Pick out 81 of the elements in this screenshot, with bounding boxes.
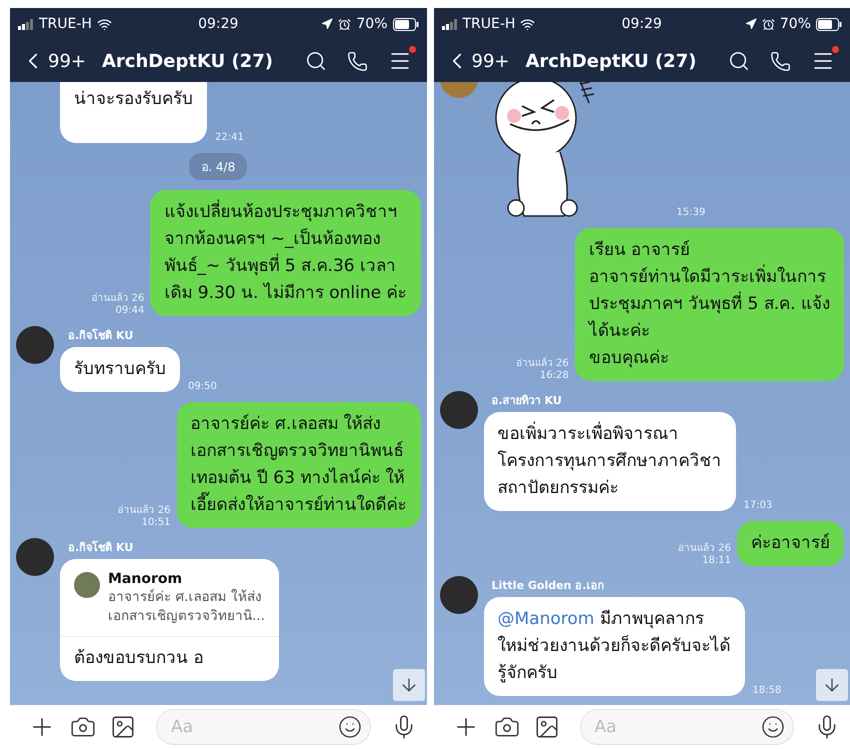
image-icon[interactable] [534, 714, 560, 740]
read-receipt: อ่านแล้ว 26 [91, 292, 144, 305]
wifi-icon [96, 16, 112, 32]
carrier-name: TRUE-H [462, 16, 516, 32]
message-time: 18:58 [752, 685, 782, 696]
message-text: เอกสารเชิญตรวจวิทยานิพนธ์ [190, 440, 404, 463]
message-text: ขอบคุณค่ะ [588, 347, 670, 370]
message-time: 15:39 [676, 207, 706, 218]
message-text: รับทราบครับ [74, 358, 166, 381]
message-time: 09:44 [116, 305, 144, 316]
battery-icon [816, 18, 842, 30]
avatar [74, 572, 100, 598]
alarm-icon [762, 18, 775, 30]
message-text: โครงการทุนการศึกษาภาควิชา [498, 450, 722, 473]
message-text: ได้นะค่ะ [588, 320, 651, 343]
quoted-message[interactable]: Manorom อาจารย์ค่ะ ศ.เลอสม ให้ส่ง เอกสารเชิญตรวจวิทยานิ... [60, 568, 279, 637]
sender-name: อ.สายทิวา KU [492, 393, 563, 409]
message-text: ค่ะอาจารย์ [751, 532, 830, 555]
signal-icon [442, 18, 458, 30]
back-button[interactable]: 99+ [444, 48, 510, 74]
message-input-field[interactable]: Aa [592, 716, 761, 738]
message-input-box[interactable]: Aa [156, 709, 370, 745]
battery-icon [392, 18, 418, 30]
message-time: 10:51 [142, 517, 170, 528]
chat-title: ArchDeptKU (27) [102, 50, 274, 72]
message-text: ประชุมภาคฯ วันพุธที่ 5 ส.ค. แจ้ง [588, 291, 830, 318]
battery-percent: 70% [356, 16, 388, 32]
message-text: เรียน อาจารย์ [588, 239, 692, 262]
message-time: 17:03 [744, 500, 772, 511]
emoji-icon[interactable] [338, 715, 362, 739]
scroll-down-button[interactable] [816, 669, 848, 701]
message-text: อาจารย์ค่ะ ศ.เลอสม ให้ส่ง [190, 412, 382, 436]
status-time: 09:29 [622, 16, 662, 32]
phone-icon [346, 50, 368, 72]
message-text: จากห้องนครฯ ~_เป็นห้องทอง [164, 227, 382, 251]
message-text: อาจารย์ท่านใดมีวาระเพิ่มในการ [588, 264, 830, 291]
phone-icon [770, 50, 791, 72]
status-time: 09:29 [198, 16, 238, 32]
battery-percent: 70% [780, 16, 811, 32]
sender-name: อ.กิจโชติ KU [68, 540, 134, 556]
message-text: รู้จักครับ [498, 662, 558, 685]
message-text: สถาปัตยกรรมค่ะ [498, 477, 620, 500]
message-text: @Manorom มีภาพบุคลากร [498, 608, 705, 631]
message-text: ขอเพิ่มวาระเพื่อพิจารณา [498, 421, 722, 448]
message-input-box[interactable]: Aa [580, 709, 794, 745]
message-text: พันธ์_~ วันพุธที่ 5 ส.ค.36 เวลา [164, 253, 406, 280]
quoted-sender: Manorom [108, 570, 184, 588]
search-icon [728, 50, 750, 72]
message-text: เทอมต้น ปี 63 ทางไลน์ค่ะ ให้ [190, 466, 406, 490]
location-icon [744, 18, 757, 30]
message-text: แจ้งเปลี่ยนห้องประชุมภาควิชาฯ [164, 199, 406, 226]
date-separator: อ. 4/8 [189, 153, 248, 180]
sender-name: Little Golden อ.เอก [492, 578, 606, 594]
image-icon[interactable] [110, 714, 136, 740]
location-icon [321, 18, 334, 30]
message-time: 22:41 [215, 132, 244, 143]
message-time: 16:28 [540, 370, 569, 381]
carrier-name: TRUE-H [39, 16, 92, 32]
back-button[interactable]: 99+ [20, 48, 86, 74]
sender-name: อ.กิจโชติ KU [68, 328, 134, 344]
read-receipt: อ่านแล้ว 26 [118, 504, 170, 517]
message-text: ต้องขอบรบกวน อ [74, 647, 204, 670]
message-input-field[interactable]: Aa [169, 716, 338, 738]
wifi-icon [520, 16, 536, 32]
signal-icon [18, 18, 34, 30]
read-receipt: อ่านแล้ว 26 [678, 542, 731, 555]
mention-link[interactable]: @Manorom [498, 609, 594, 629]
chat-title: ArchDeptKU (27) [526, 50, 698, 72]
message-time: 09:50 [188, 381, 217, 392]
emoji-icon[interactable] [761, 715, 785, 739]
message-text: น่าจะรองรับครับ [74, 88, 193, 111]
read-receipt: อ่านแล้ว 26 [516, 356, 569, 370]
search-icon [304, 50, 326, 72]
message-time: 18:11 [702, 555, 731, 566]
quoted-text: เอกสารเชิญตรวจวิทยานิ... [108, 607, 265, 626]
message-text: เดิม 9.30 น. ไม่มีการ online ค่ะ [164, 282, 406, 305]
quoted-text: อาจารย์ค่ะ ศ.เลอสม ให้ส่ง [108, 588, 263, 607]
message-text: ใหม่ช่วยงานด้วยก็จะดีครับจะได้ [498, 634, 730, 658]
message-text: เอี๊ยดส่งให้อาจารย์ท่านใดดีค่ะ [190, 492, 406, 519]
scroll-down-button[interactable] [392, 669, 424, 701]
alarm-icon [338, 18, 352, 30]
